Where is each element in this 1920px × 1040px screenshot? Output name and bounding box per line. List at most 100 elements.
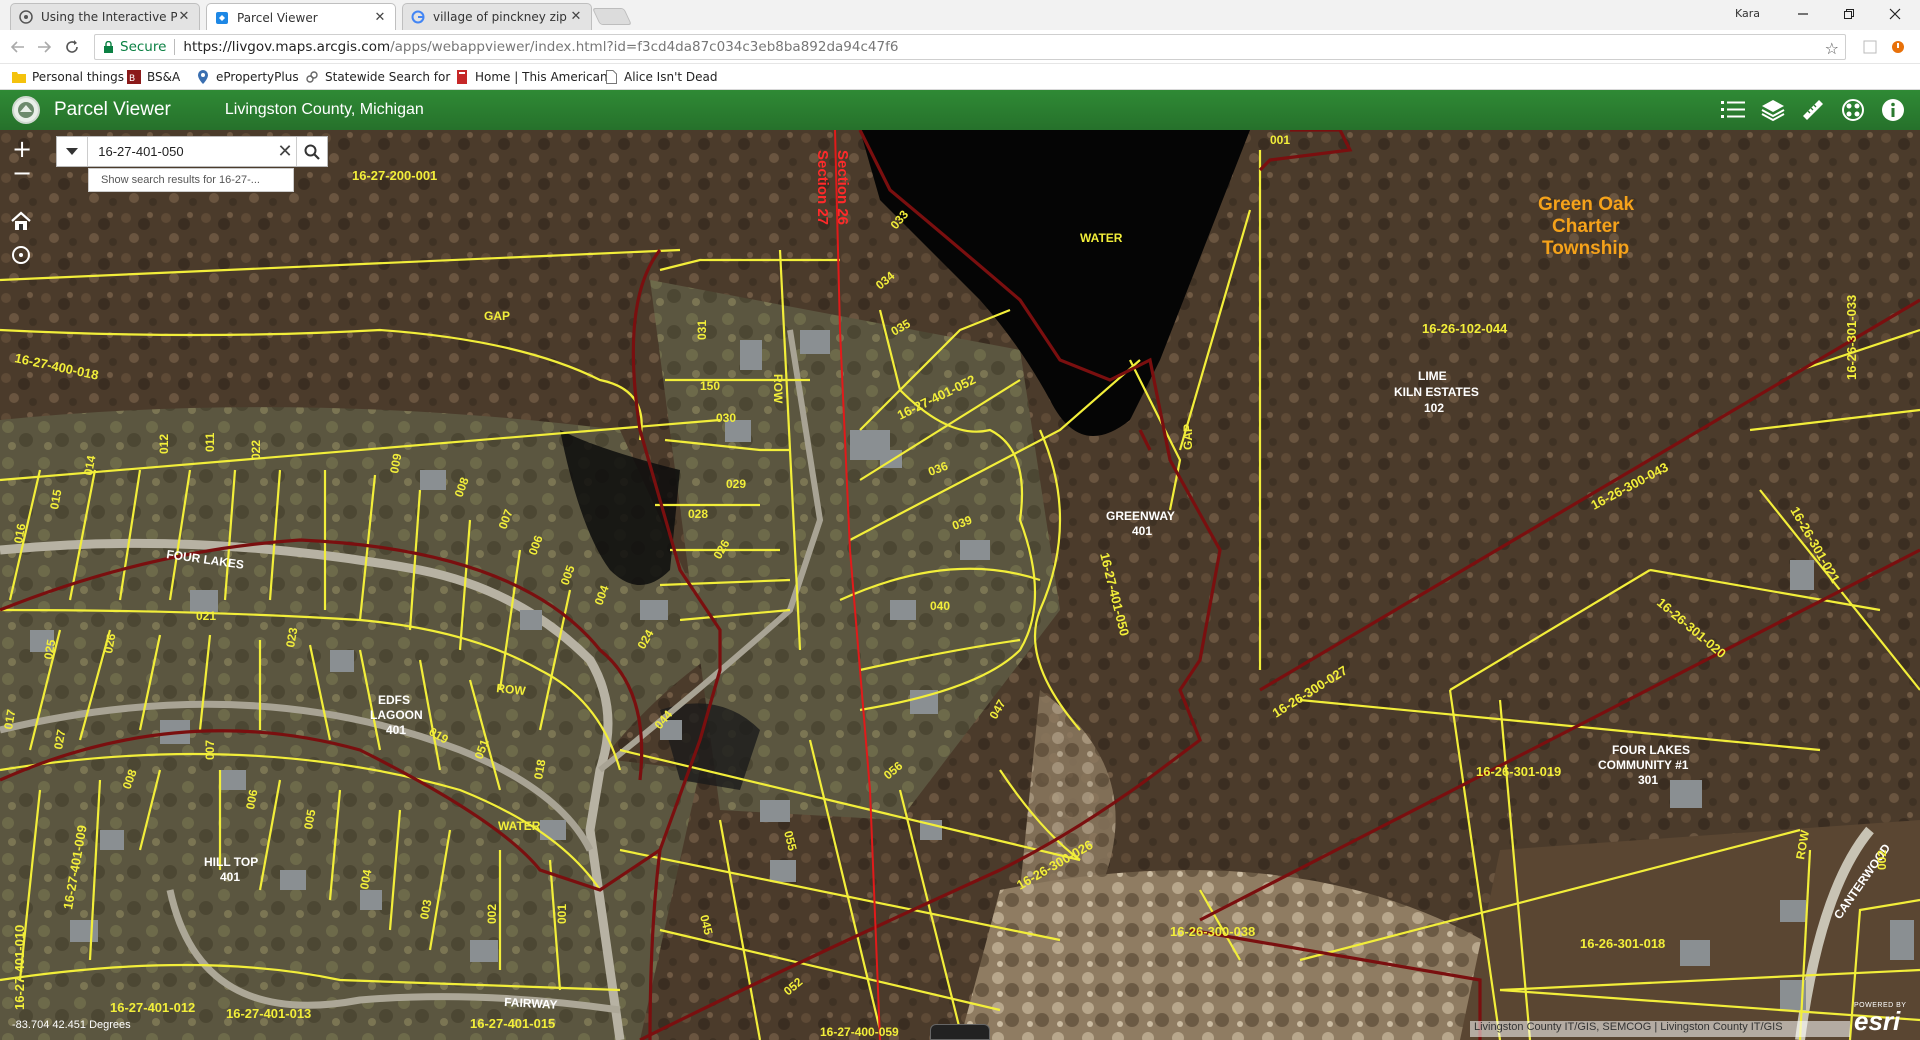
clear-icon[interactable]: ✕ bbox=[274, 137, 295, 166]
search-icon[interactable] bbox=[295, 137, 327, 166]
extension-icon[interactable] bbox=[1858, 35, 1882, 59]
chevron-down-icon bbox=[66, 147, 79, 155]
secure-label: Secure bbox=[120, 39, 167, 55]
bookmark-label: BS&A bbox=[147, 70, 181, 84]
map-label: EDFS bbox=[378, 693, 410, 707]
link-icon bbox=[305, 70, 319, 84]
profile-name[interactable]: Kara bbox=[1735, 7, 1760, 20]
lot-label: 011 bbox=[203, 432, 217, 452]
folder-icon bbox=[12, 70, 26, 84]
county-seal-icon bbox=[12, 96, 40, 124]
map-label: KILN ESTATES bbox=[1394, 385, 1479, 399]
coordinates-readout: -83.704 42.451 Degrees bbox=[12, 1019, 131, 1031]
forward-arrow-icon[interactable] bbox=[32, 35, 56, 59]
url-text[interactable]: https://livgov.maps.arcgis.com/apps/weba… bbox=[183, 39, 898, 55]
tab-parcel-viewer[interactable]: Parcel Viewer ✕ bbox=[206, 3, 396, 31]
lot-label: 001 bbox=[555, 904, 569, 924]
url-path: /apps/webappviewer/index.html?id=f3cd4da… bbox=[390, 39, 899, 55]
restore-icon[interactable] bbox=[1826, 0, 1872, 28]
bookmarks-bar: Personal things B BS&A ePropertyPlus Sta… bbox=[0, 64, 1920, 90]
bookmark-bsa[interactable]: B BS&A bbox=[127, 68, 180, 86]
map-label: 401 bbox=[220, 870, 240, 884]
search-input[interactable] bbox=[88, 138, 275, 165]
close-window-icon[interactable] bbox=[1872, 0, 1918, 28]
close-icon[interactable]: ✕ bbox=[569, 10, 583, 24]
map-view[interactable]: WATER GAP GAP Green Oak Charter Township… bbox=[0, 130, 1920, 1040]
esri-logo[interactable]: POWERED BY esri bbox=[1854, 1002, 1916, 1036]
info-icon[interactable] bbox=[1876, 96, 1910, 124]
layers-icon[interactable] bbox=[1756, 96, 1790, 124]
map-label: FOUR LAKES bbox=[1612, 743, 1690, 757]
lot-label: 040 bbox=[930, 599, 950, 613]
bookmark-label: Statewide Search for bbox=[325, 70, 451, 84]
close-icon[interactable]: ✕ bbox=[177, 10, 191, 24]
legend-icon[interactable] bbox=[1716, 96, 1750, 124]
map-label: Green Oak bbox=[1538, 194, 1635, 215]
tab-title: Parcel Viewer bbox=[237, 10, 318, 25]
map-label: 16-27-401-015 bbox=[470, 1016, 555, 1031]
basemap-icon[interactable] bbox=[1836, 96, 1870, 124]
measure-icon[interactable] bbox=[1796, 96, 1830, 124]
map-label: GAP bbox=[1181, 424, 1195, 450]
map-label: HILL TOP bbox=[204, 855, 258, 869]
tab-google-search[interactable]: village of pinckney zip - ✕ bbox=[402, 3, 592, 30]
bookmark-epropertyplus[interactable]: ePropertyPlus bbox=[196, 68, 299, 86]
parcel-map[interactable]: WATER GAP GAP Green Oak Charter Township… bbox=[0, 130, 1920, 1040]
lot-label: 022 bbox=[249, 440, 263, 460]
search-suggestion[interactable]: Show search results for 16-27-... bbox=[88, 168, 294, 192]
parcel-search-box[interactable]: ✕ bbox=[56, 136, 328, 167]
zoom-out-button[interactable]: − bbox=[10, 161, 34, 186]
address-bar[interactable]: Secure https://livgov.maps.arcgis.com/ap… bbox=[94, 34, 1846, 60]
lot-label: 029 bbox=[726, 477, 746, 491]
lot-label: 002 bbox=[1875, 850, 1889, 870]
bookmark-alice-isnt-dead[interactable]: Alice Isn't Dead bbox=[604, 68, 717, 86]
back-arrow-icon[interactable] bbox=[6, 35, 30, 59]
app-title: Parcel Viewer bbox=[54, 99, 171, 120]
separator bbox=[174, 39, 176, 55]
star-icon[interactable]: ☆ bbox=[1825, 39, 1839, 58]
new-tab-button[interactable] bbox=[592, 8, 632, 25]
lot-label: 028 bbox=[688, 507, 708, 521]
home-icon[interactable] bbox=[10, 210, 34, 234]
map-label: 16-26-300-038 bbox=[1170, 924, 1255, 939]
panel-handle[interactable] bbox=[930, 1024, 990, 1040]
map-label: 301 bbox=[1638, 773, 1658, 787]
map-label: Township bbox=[1542, 238, 1629, 259]
lock-icon bbox=[103, 40, 114, 54]
map-label: WATER bbox=[1080, 231, 1123, 245]
map-label: 16-27-200-001 bbox=[352, 168, 437, 183]
extension-icon[interactable] bbox=[1886, 35, 1910, 59]
minimize-icon[interactable] bbox=[1780, 0, 1826, 28]
map-label: 401 bbox=[386, 723, 406, 737]
reload-icon[interactable] bbox=[60, 35, 84, 59]
map-label: COMMUNITY #1 bbox=[1598, 758, 1689, 772]
page-icon bbox=[604, 70, 618, 84]
map-label: 16-27-401-010 bbox=[12, 925, 27, 1010]
lot-label: 002 bbox=[485, 904, 499, 924]
bsa-icon: B bbox=[127, 70, 141, 84]
lot-label: 030 bbox=[716, 411, 736, 425]
tal-icon bbox=[455, 70, 469, 84]
map-label: WATER bbox=[498, 819, 541, 833]
map-label: LAGOON bbox=[370, 708, 423, 722]
map-label: 16-27-400-059 bbox=[820, 1025, 899, 1039]
browser-toolbar: Secure https://livgov.maps.arcgis.com/ap… bbox=[0, 30, 1920, 64]
map-label: 16-26-301-018 bbox=[1580, 936, 1665, 951]
search-source-dropdown[interactable] bbox=[57, 137, 89, 166]
app-header: Parcel Viewer Livingston County, Michiga… bbox=[0, 90, 1920, 130]
lot-label: 012 bbox=[157, 434, 171, 454]
close-icon[interactable]: ✕ bbox=[373, 10, 387, 25]
webappviewer-icon bbox=[215, 11, 229, 25]
map-label: GAP bbox=[484, 309, 510, 323]
bookmark-personal-things[interactable]: Personal things bbox=[12, 68, 124, 86]
app-subtitle: Livingston County, Michigan bbox=[224, 101, 424, 118]
map-label: 16-26-301-019 bbox=[1476, 764, 1561, 779]
bookmark-statewide-search[interactable]: Statewide Search for bbox=[305, 68, 450, 86]
bookmark-this-american-life[interactable]: Home | This American bbox=[455, 68, 608, 86]
map-label: LIME bbox=[1418, 369, 1447, 383]
map-label: Section 27 bbox=[814, 150, 831, 225]
locate-icon[interactable] bbox=[10, 244, 34, 268]
map-label: 16-26-301-033 bbox=[1844, 295, 1859, 380]
tab-interactive-parcel[interactable]: Using the Interactive Par ✕ bbox=[10, 3, 200, 30]
map-label: 401 bbox=[1132, 524, 1152, 538]
